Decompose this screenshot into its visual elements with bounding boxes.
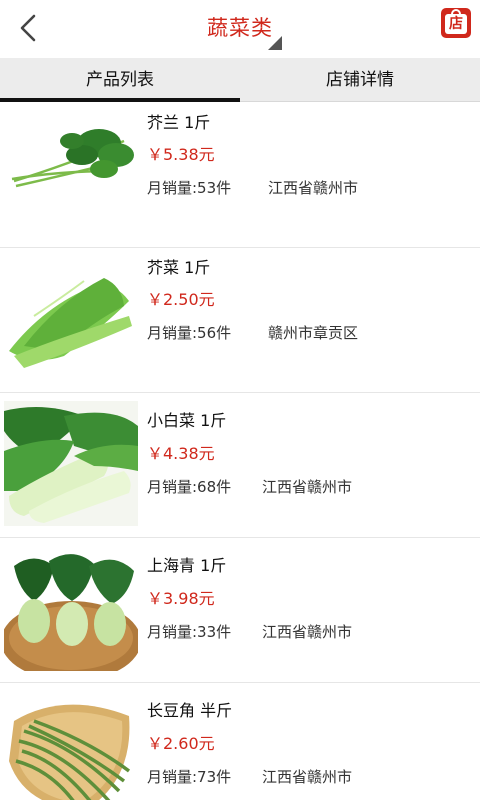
category-selector[interactable]: 蔬菜类 [0, 0, 480, 58]
product-name: 芥兰 1斤 [147, 113, 211, 132]
product-price: ￥2.60元 [147, 734, 215, 753]
monthly-sales: 月销量:53件 [147, 179, 232, 197]
product-name: 上海青 1斤 [147, 556, 227, 575]
product-item[interactable]: 上海青 1斤 ￥3.98元 月销量:33件 江西省赣州市 [0, 538, 480, 683]
dropdown-triangle-icon[interactable] [266, 36, 282, 50]
monthly-sales: 月销量:68件 [147, 478, 232, 496]
bok-choy-image [4, 401, 138, 526]
product-location: 赣州市章贡区 [268, 324, 359, 342]
product-name: 芥菜 1斤 [147, 258, 211, 277]
page-title[interactable]: 蔬菜类 [207, 12, 273, 42]
product-price: ￥4.38元 [147, 444, 215, 463]
product-name: 小白菜 1斤 [147, 411, 227, 430]
product-location: 江西省赣州市 [262, 478, 353, 496]
product-price: ￥5.38元 [147, 145, 215, 164]
product-location: 江西省赣州市 [268, 179, 359, 197]
tab-product-list[interactable]: 产品列表 [0, 58, 240, 102]
product-item[interactable]: 芥兰 1斤 ￥5.38元 月销量:53件 江西省赣州市 [0, 103, 480, 248]
product-location: 江西省赣州市 [262, 768, 353, 786]
tab-bar: 产品列表 店铺详情 [0, 58, 480, 102]
tab-shop-details[interactable]: 店铺详情 [240, 58, 480, 101]
long-beans-image [4, 691, 138, 800]
product-name: 长豆角 半斤 [147, 701, 233, 720]
product-price: ￥3.98元 [147, 589, 215, 608]
product-item[interactable]: 小白菜 1斤 ￥4.38元 月销量:68件 江西省赣州市 [0, 393, 480, 538]
shop-icon[interactable]: 店 [441, 8, 471, 38]
product-location: 江西省赣州市 [262, 623, 353, 641]
kale-image [4, 111, 138, 236]
shop-icon-label: 店 [445, 14, 467, 34]
mustard-greens-image [4, 256, 138, 381]
monthly-sales: 月销量:56件 [147, 324, 232, 342]
monthly-sales: 月销量:73件 [147, 768, 232, 786]
product-list: 芥兰 1斤 ￥5.38元 月销量:53件 江西省赣州市 芥菜 1斤 ￥2.50元… [0, 103, 480, 800]
header-bar: 蔬菜类 店 [0, 0, 480, 58]
monthly-sales: 月销量:33件 [147, 623, 232, 641]
product-price: ￥2.50元 [147, 290, 215, 309]
product-item[interactable]: 长豆角 半斤 ￥2.60元 月销量:73件 江西省赣州市 [0, 683, 480, 800]
shanghai-greens-image [4, 546, 138, 671]
product-item[interactable]: 芥菜 1斤 ￥2.50元 月销量:56件 赣州市章贡区 [0, 248, 480, 393]
